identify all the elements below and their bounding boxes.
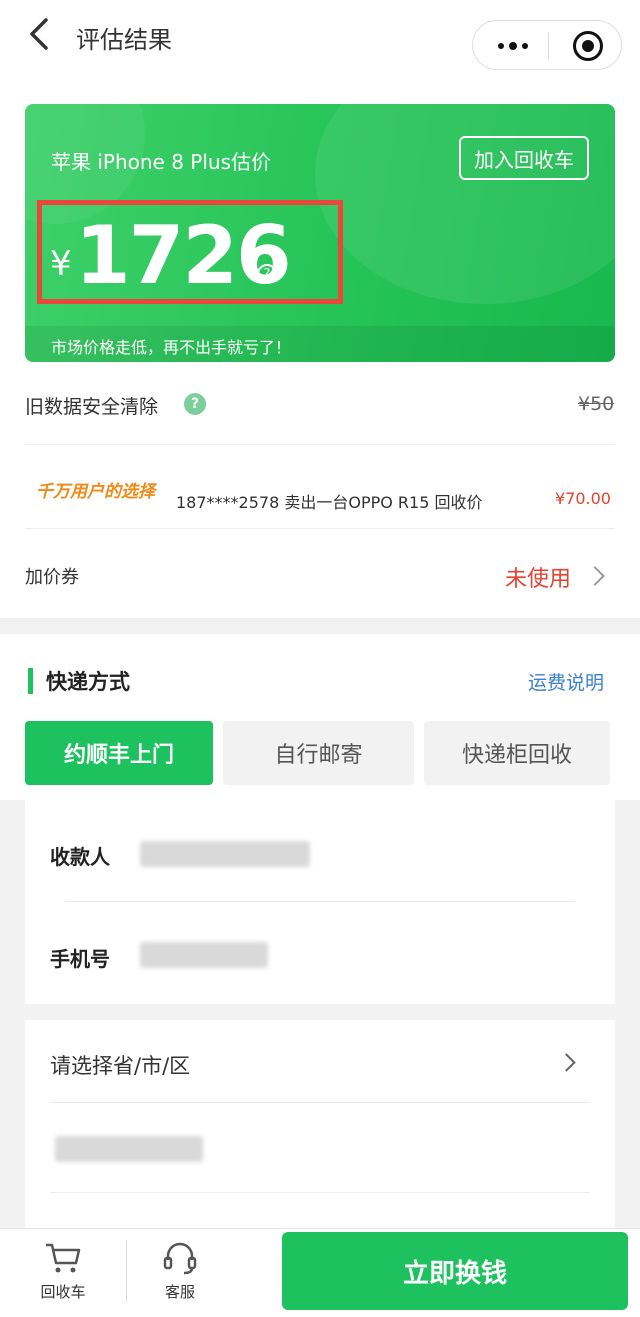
shipping-fee-link[interactable]: 运费说明 <box>528 668 604 695</box>
question-icon[interactable]: ? <box>184 393 206 415</box>
divider <box>50 1102 590 1103</box>
headset-icon <box>162 1240 198 1276</box>
region-placeholder: 请选择省/市/区 <box>50 1054 191 1078</box>
more-dots-icon[interactable] <box>493 35 533 57</box>
tab-sf-pickup[interactable]: 约顺丰上门 <box>25 721 213 785</box>
recent-sale-message: 187****2578 卖出一台OPPO R15 回收价 <box>176 493 483 512</box>
divider <box>65 901 575 902</box>
slogan: 千万用户的选择 <box>36 482 155 502</box>
add-to-cart-button[interactable]: 加入回收车 <box>459 136 589 180</box>
page-title: 评估结果 <box>76 26 172 54</box>
coupon-status: 未使用 <box>505 567 572 592</box>
question-icon[interactable]: ? <box>257 264 277 284</box>
cart-label: 回收车 <box>40 1283 86 1301</box>
divider <box>126 1240 127 1302</box>
market-tip: 市场价格走低，再不出手就亏了！ <box>51 338 292 357</box>
card-decoration <box>315 104 615 304</box>
coupon-label: 加价券 <box>25 567 79 588</box>
device-estimate-title: 苹果 iPhone 8 Plus估价 <box>51 150 272 174</box>
mini-program-capsule <box>472 20 622 70</box>
tab-self-mail[interactable]: 自行邮寄 <box>223 721 414 785</box>
divider <box>25 528 615 529</box>
shipping-title: 快递方式 <box>46 670 130 694</box>
back-arrow-icon[interactable] <box>22 14 62 54</box>
tab-locker[interactable]: 快递柜回收 <box>424 721 610 785</box>
service-label: 客服 <box>164 1283 195 1301</box>
estimate-card: 苹果 iPhone 8 Plus估价 加入回收车 ¥ 1726 ? 市场价格走低… <box>25 104 615 362</box>
target-icon[interactable] <box>573 31 603 61</box>
currency-symbol: ¥ <box>50 244 72 284</box>
payee-label: 收款人 <box>50 845 110 869</box>
cart-icon <box>44 1241 82 1275</box>
contact-panel <box>25 800 615 1004</box>
address-field[interactable] <box>55 1136 203 1162</box>
submit-button[interactable]: 立即换钱 <box>282 1232 628 1310</box>
estimated-price: 1726 <box>75 209 292 302</box>
section-marker <box>28 668 33 694</box>
divider <box>25 444 615 445</box>
payee-field[interactable] <box>140 841 310 867</box>
capsule-divider <box>548 33 549 59</box>
phone-field[interactable] <box>140 942 268 968</box>
data-clear-label: 旧数据安全清除 <box>25 396 159 418</box>
recent-sale-amount: ¥70.00 <box>555 489 611 508</box>
data-clear-price: ¥50 <box>578 393 615 415</box>
phone-label: 手机号 <box>50 947 110 971</box>
divider <box>50 1192 590 1193</box>
